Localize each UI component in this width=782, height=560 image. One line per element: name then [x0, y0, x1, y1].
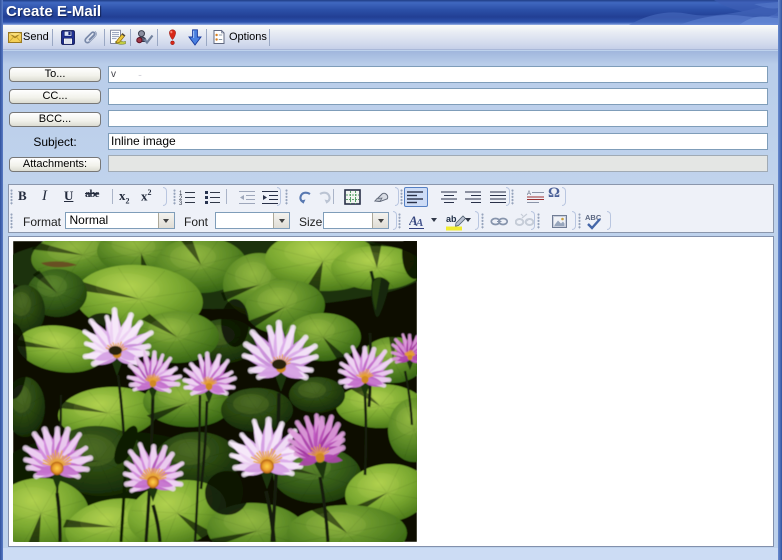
svg-text:A: A — [527, 191, 531, 197]
svg-text:ab: ab — [446, 214, 457, 224]
svg-text:3: 3 — [179, 201, 183, 205]
svg-text:A: A — [415, 217, 423, 229]
